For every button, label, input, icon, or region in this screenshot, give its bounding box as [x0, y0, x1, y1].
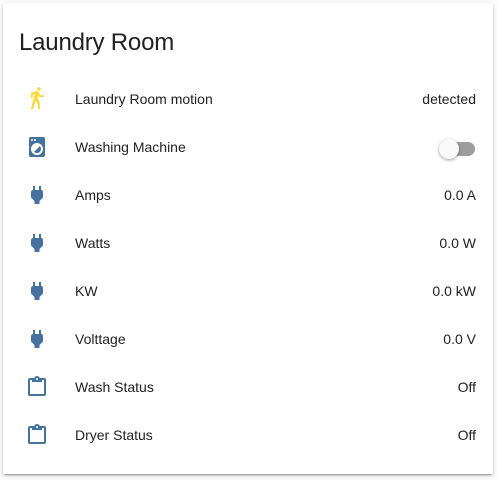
washing-machine-toggle[interactable] — [439, 139, 475, 159]
entity-state: 0.0 A — [444, 187, 476, 203]
entity-name: Watts — [75, 235, 111, 251]
washing-machine-icon — [25, 135, 49, 159]
entity-name: Wash Status — [75, 379, 154, 395]
power-plug-icon — [25, 183, 49, 207]
toggle-thumb — [439, 139, 459, 159]
entity-state: Off — [457, 427, 476, 443]
clipboard-icon — [25, 423, 49, 447]
entity-row-wash-status[interactable]: Wash Status Off — [3, 367, 493, 407]
card-title: Laundry Room — [19, 29, 175, 56]
entity-name: KW — [75, 283, 98, 299]
entity-row-amps[interactable]: Amps 0.0 A — [3, 175, 493, 215]
power-plug-icon — [25, 327, 49, 351]
entity-row-motion[interactable]: Laundry Room motion detected — [3, 79, 493, 119]
entity-state: Off — [457, 379, 476, 395]
entity-state: detected — [422, 91, 476, 107]
entity-row-dryer-status[interactable]: Dryer Status Off — [3, 415, 493, 455]
power-plug-icon — [25, 279, 49, 303]
entities-card: Laundry Room Laundry Room motion detecte… — [3, 3, 493, 474]
entity-row-voltage[interactable]: Volttage 0.0 V — [3, 319, 493, 359]
power-plug-icon — [25, 231, 49, 255]
entity-name: Washing Machine — [75, 139, 186, 155]
entity-state: 0.0 V — [443, 331, 476, 347]
entity-state: 0.0 kW — [432, 283, 476, 299]
entity-name: Amps — [75, 187, 111, 203]
entity-row-washing-machine[interactable]: Washing Machine — [3, 127, 493, 167]
entity-name: Volttage — [75, 331, 126, 347]
entity-state: 0.0 W — [439, 235, 476, 251]
entity-name: Laundry Room motion — [75, 91, 213, 107]
entity-name: Dryer Status — [75, 427, 153, 443]
clipboard-icon — [25, 375, 49, 399]
walk-icon — [25, 87, 49, 111]
entity-row-kw[interactable]: KW 0.0 kW — [3, 271, 493, 311]
entity-row-watts[interactable]: Watts 0.0 W — [3, 223, 493, 263]
